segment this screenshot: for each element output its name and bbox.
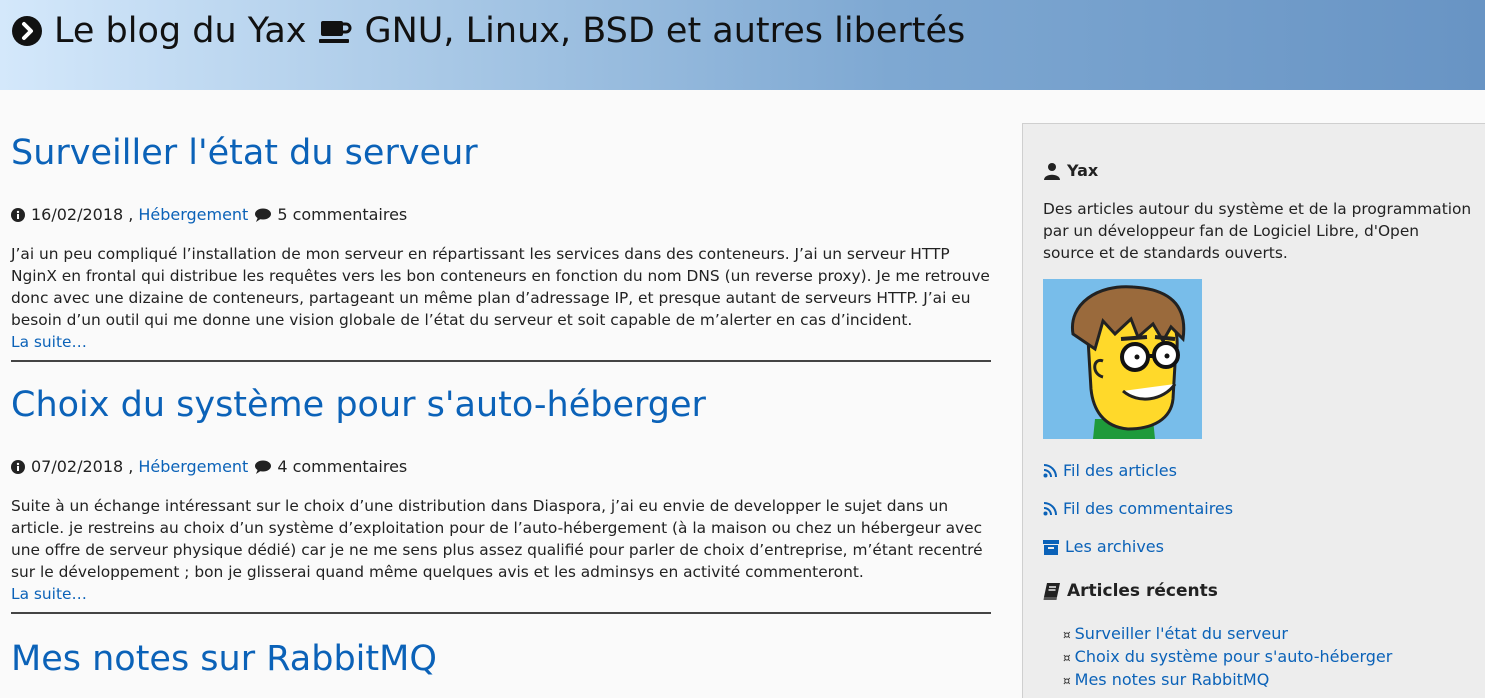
rss-icon — [1043, 502, 1057, 516]
recent-article-link[interactable]: Mes notes sur RabbitMQ — [1075, 670, 1270, 689]
article-comments-link[interactable]: 5 commentaires — [277, 204, 407, 226]
recent-article-link[interactable]: Choix du système pour s'auto-héberger — [1075, 647, 1393, 666]
info-icon — [11, 208, 25, 222]
meta-separator: , — [128, 457, 134, 476]
list-item: ¤ Mes notes sur RabbitMQ — [1063, 669, 1392, 692]
coffee-cup-icon — [318, 16, 353, 46]
book-icon — [1043, 582, 1060, 600]
article-divider — [11, 360, 991, 362]
list-item: ¤ Surveiller l'état du serveur — [1063, 623, 1392, 646]
article: Surveiller l'état du serveur 16/02/2018 … — [11, 130, 991, 362]
feed-articles-link[interactable]: Fil des articles — [1043, 460, 1177, 482]
sidebar: Yax Des articles autour du système et de… — [1022, 123, 1485, 698]
recent-articles-heading: Articles récents — [1043, 580, 1218, 602]
article: Mes notes sur RabbitMQ — [11, 636, 991, 682]
chevron-circle-right-icon — [12, 16, 42, 46]
article-meta: 07/02/2018 , Hébergement 4 commentaires — [11, 456, 991, 478]
author-avatar — [1043, 279, 1202, 439]
site-title-right: GNU, Linux, BSD et autres libertés — [364, 11, 966, 51]
user-icon — [1044, 163, 1060, 180]
archives-link[interactable]: Les archives — [1043, 536, 1164, 558]
article-date: 07/02/2018 — [31, 457, 124, 476]
list-bullet: ¤ — [1063, 628, 1071, 642]
article-title-link[interactable]: Surveiller l'état du serveur — [11, 133, 478, 173]
recent-articles-list: ¤ Surveiller l'état du serveur ¤ Choix du … — [1063, 623, 1392, 692]
comment-icon — [255, 208, 272, 222]
article-summary: Suite à un échange intéressant sur le ch… — [11, 497, 983, 581]
info-icon — [11, 460, 25, 474]
site-title[interactable]: Le blog du Yax GNU, Linux, BSD et autres… — [12, 8, 965, 54]
article-category-link[interactable]: Hébergement — [138, 456, 248, 478]
list-bullet: ¤ — [1063, 651, 1071, 665]
meta-separator: , — [128, 205, 134, 224]
read-more-link[interactable]: La suite… — [11, 331, 991, 353]
article-comments-link[interactable]: 4 commentaires — [277, 456, 407, 478]
author-description: Des articles autour du système et de la … — [1043, 200, 1472, 262]
article-category-link[interactable]: Hébergement — [138, 204, 248, 226]
site-header: Le blog du Yax GNU, Linux, BSD et autres… — [0, 0, 1485, 90]
recent-article-link[interactable]: Surveiller l'état du serveur — [1075, 624, 1288, 643]
feed-comments-label: Fil des commentaires — [1063, 499, 1234, 518]
archive-box-icon — [1043, 539, 1059, 555]
author-heading: Yax — [1043, 160, 1098, 182]
comment-icon — [255, 460, 272, 474]
rss-icon — [1043, 464, 1057, 478]
feed-comments-link[interactable]: Fil des commentaires — [1043, 498, 1233, 520]
article-title-link[interactable]: Choix du système pour s'auto-héberger — [11, 385, 706, 425]
recent-articles-title: Articles récents — [1067, 581, 1218, 601]
read-more-link[interactable]: La suite… — [11, 583, 991, 605]
article-summary: J’ai un peu compliqué l’installation de … — [11, 245, 990, 329]
article: Choix du système pour s'auto-héberger 07… — [11, 382, 991, 614]
archives-label: Les archives — [1065, 537, 1164, 556]
article-meta: 16/02/2018 , Hébergement 5 commentaires — [11, 204, 991, 226]
article-divider — [11, 612, 991, 614]
site-title-left: Le blog du Yax — [54, 11, 307, 51]
author-name: Yax — [1067, 161, 1099, 180]
article-date: 16/02/2018 — [31, 205, 124, 224]
article-title-link[interactable]: Mes notes sur RabbitMQ — [11, 639, 437, 679]
feed-articles-label: Fil des articles — [1063, 461, 1177, 480]
list-item: ¤ Choix du système pour s'auto-héberger — [1063, 646, 1392, 669]
article-list: Surveiller l'état du serveur 16/02/2018 … — [11, 130, 991, 682]
list-bullet: ¤ — [1063, 674, 1071, 688]
